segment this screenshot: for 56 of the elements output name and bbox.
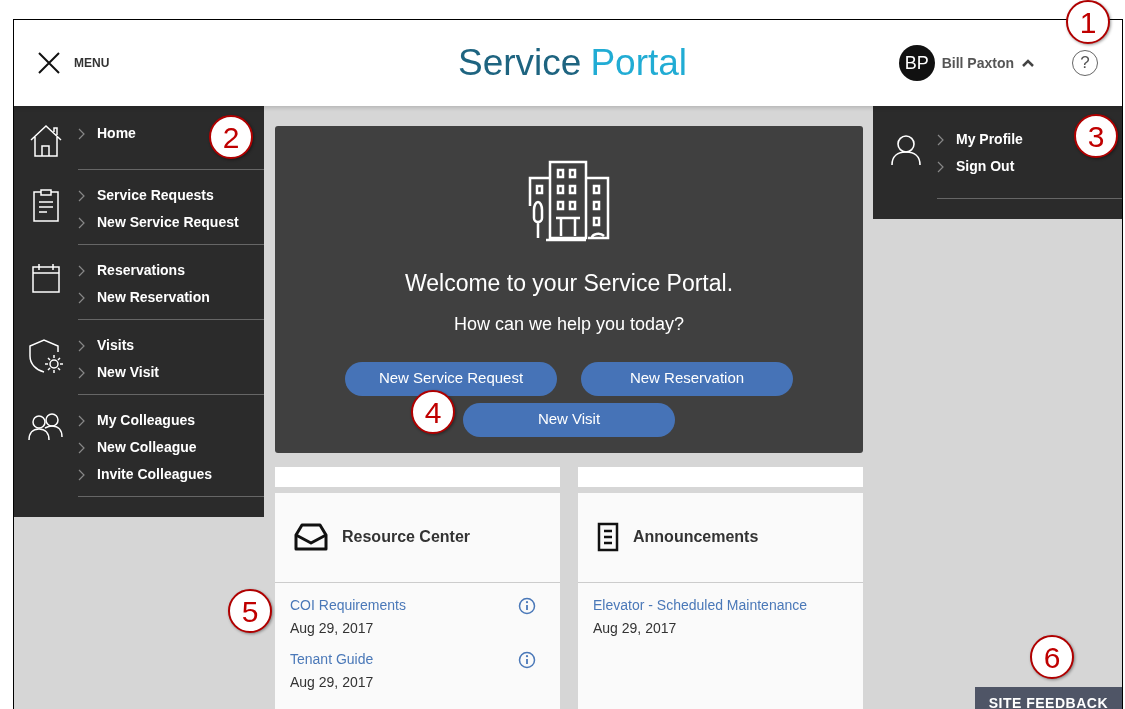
nav-link[interactable]: Service Requests (78, 182, 214, 209)
chevron-icon (78, 441, 86, 454)
chevron-icon[interactable] (1022, 59, 1034, 67)
user-name[interactable]: Bill Paxton (941, 52, 1014, 74)
close-icon[interactable] (38, 52, 60, 74)
chevron-icon (78, 468, 86, 481)
nav-link[interactable]: Invite Colleagues (78, 461, 213, 488)
card-title: Resource Center (342, 527, 471, 547)
chevron-icon (78, 216, 86, 229)
nav-link[interactable]: New Service Request (78, 209, 239, 236)
people-icon (28, 413, 64, 441)
item-date: Aug 29, 2017 (593, 618, 678, 638)
action-button[interactable]: New Reservation (581, 361, 793, 396)
chevron-icon (78, 264, 86, 277)
nav-link[interactable]: Reservations (78, 257, 185, 284)
nav-link[interactable]: Sign Out (937, 153, 1015, 180)
nav-link[interactable]: New Visit (78, 359, 159, 386)
shield-gear-icon (28, 338, 64, 374)
nav-link[interactable]: My Profile (937, 126, 1023, 153)
user-avatar[interactable]: BP (898, 45, 935, 81)
chevron-icon (937, 160, 945, 173)
calendar-icon (32, 263, 60, 293)
menu-label[interactable]: MENU (74, 54, 110, 72)
document-icon (597, 522, 619, 552)
item-link[interactable]: Elevator - Scheduled Maintenance (593, 594, 808, 616)
site-feedback-button[interactable]: SITE FEEDBACK (974, 687, 1122, 709)
welcome-subtitle: How can we help you today? (453, 312, 685, 336)
chevron-icon (78, 127, 86, 140)
info-icon[interactable] (518, 596, 536, 615)
inbox-icon (294, 523, 328, 551)
item-date: Aug 29, 2017 (290, 672, 374, 692)
building-icon (528, 160, 610, 242)
home-icon (29, 124, 63, 158)
item-link[interactable]: COI Requirements (290, 594, 406, 616)
user-icon (891, 134, 921, 166)
chevron-icon (937, 133, 945, 146)
chevron-icon (78, 414, 86, 427)
nav-link[interactable]: New Colleague (78, 434, 197, 461)
brand-logo: Service Portal (458, 41, 688, 86)
clipboard-icon (32, 188, 60, 222)
action-button[interactable]: New Visit (463, 402, 675, 437)
info-icon[interactable] (518, 650, 536, 669)
card-title: Announcements (633, 527, 759, 547)
nav-link[interactable]: Home (78, 120, 136, 147)
chevron-icon (78, 339, 86, 352)
chevron-icon (78, 189, 86, 202)
callout-number: 1 (1066, 0, 1110, 44)
nav-link[interactable]: Visits (78, 332, 135, 359)
item-link[interactable]: Tenant Guide (290, 648, 374, 670)
nav-link[interactable]: New Reservation (78, 284, 210, 311)
nav-link[interactable]: My Colleagues (78, 407, 196, 434)
action-button[interactable]: New Service Request (345, 361, 557, 396)
chevron-icon (78, 291, 86, 304)
item-date: Aug 29, 2017 (290, 618, 375, 638)
welcome-heading: Welcome to your Service Portal. (404, 269, 734, 298)
chevron-icon (78, 366, 86, 379)
